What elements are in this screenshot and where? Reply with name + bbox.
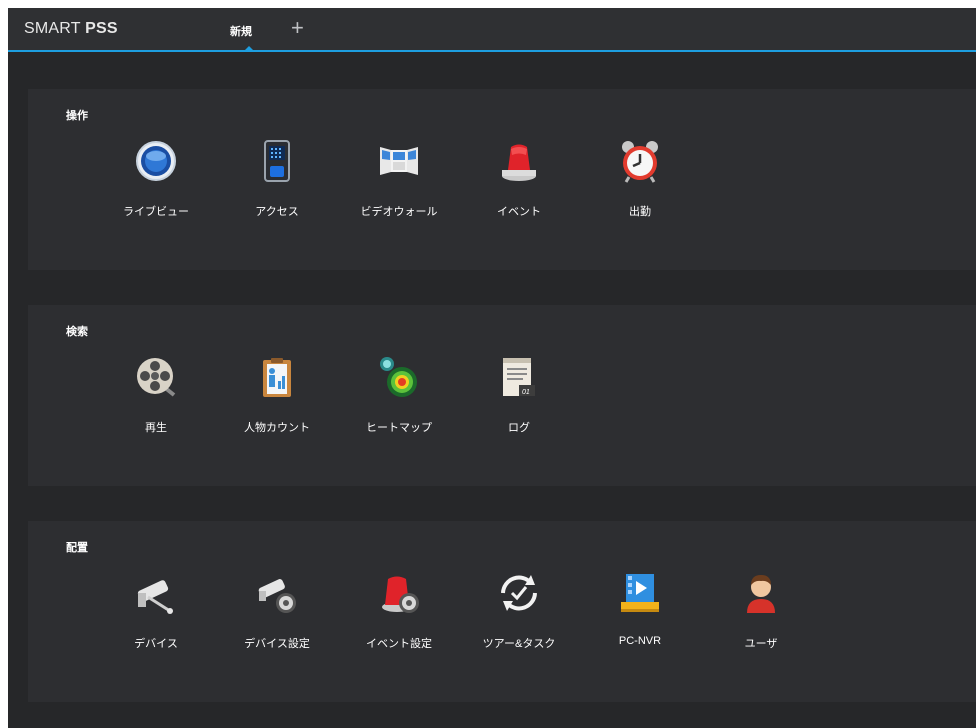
- section-title: 配置: [66, 542, 88, 554]
- tile-video-wall[interactable]: ビデオウォール: [337, 139, 457, 219]
- live-view-icon: [136, 141, 176, 181]
- tile-label: デバイス: [134, 638, 178, 650]
- top-bar: SMART PSS 新規 +: [8, 8, 976, 52]
- tile-heat-map[interactable]: ヒートマップ: [337, 355, 457, 435]
- tile-playback[interactable]: 再生: [94, 355, 214, 435]
- clock-check-icon: [501, 575, 537, 611]
- camera-gear-icon: [258, 579, 296, 613]
- alarm-clock-icon: [622, 141, 658, 183]
- section-configuration: 配置 デバイス デバイス設定 イベント設定 ツアー&タスク PC-NVR ユーザ: [28, 521, 976, 702]
- tab-label: 新規: [230, 26, 252, 38]
- tile-tour-task[interactable]: ツアー&タスク: [457, 571, 577, 651]
- tile-label: ログ: [508, 422, 530, 434]
- tile-label: アクセス: [255, 206, 299, 218]
- tile-device[interactable]: デバイス: [94, 571, 214, 651]
- section-operation: 操作 ライブビュー アクセス ビデオウォール イベント 出勤: [28, 89, 976, 270]
- tile-label: デバイス設定: [244, 638, 310, 650]
- tile-label: PC-NVR: [618, 635, 662, 647]
- tile-label: イベント設定: [366, 638, 432, 650]
- access-control-icon: [264, 140, 290, 182]
- pc-nvr-icon: [621, 574, 659, 612]
- section-title: 検索: [66, 326, 88, 338]
- svg-text:01: 01: [522, 389, 530, 396]
- section-title: 操作: [66, 110, 88, 122]
- heat-map-icon: [380, 357, 417, 397]
- section-search: 検索 再生 人物カウント ヒートマップ 01 ログ: [28, 305, 976, 486]
- people-counting-icon: [263, 358, 291, 397]
- tile-live-view[interactable]: ライブビュー: [94, 139, 214, 219]
- tile-label: ツアー&タスク: [482, 638, 556, 650]
- tile-event-settings[interactable]: イベント設定: [337, 571, 457, 651]
- tile-label: イベント: [497, 206, 541, 218]
- user-icon: [747, 575, 775, 613]
- tile-device-settings[interactable]: デバイス設定: [215, 571, 335, 651]
- alarm-light-icon: [502, 144, 536, 181]
- app-logo: SMART PSS: [24, 20, 118, 37]
- tile-access[interactable]: アクセス: [215, 139, 335, 219]
- tile-label: ユーザ: [744, 638, 778, 650]
- tile-event[interactable]: イベント: [457, 139, 577, 219]
- app-window: SMART PSS 新規 + 操作 ライブビュー アクセス ビデオウォール イベ…: [8, 8, 976, 728]
- add-tab-button[interactable]: +: [291, 17, 304, 39]
- video-wall-icon: [380, 147, 418, 175]
- tile-pc-nvr[interactable]: PC-NVR: [578, 571, 698, 651]
- film-reel-icon: [137, 358, 176, 397]
- tile-label: ビデオウォール: [360, 206, 438, 218]
- tile-label: 再生: [145, 422, 167, 434]
- tile-attendance[interactable]: 出勤: [578, 139, 698, 219]
- tile-label: ライブビュー: [123, 206, 189, 218]
- tile-log[interactable]: 01 ログ: [457, 355, 577, 435]
- tile-label: 人物カウント: [244, 422, 310, 434]
- tile-user[interactable]: ユーザ: [699, 571, 819, 651]
- tile-label: 出勤: [629, 206, 651, 218]
- tile-label: ヒートマップ: [366, 422, 432, 434]
- active-tab-indicator: [244, 46, 254, 51]
- alarm-gear-icon: [382, 576, 419, 613]
- camera-icon: [137, 580, 173, 614]
- log-notepad-icon: 01: [503, 358, 535, 396]
- tab-new[interactable]: 新規: [218, 8, 280, 51]
- tile-people-counting[interactable]: 人物カウント: [215, 355, 335, 435]
